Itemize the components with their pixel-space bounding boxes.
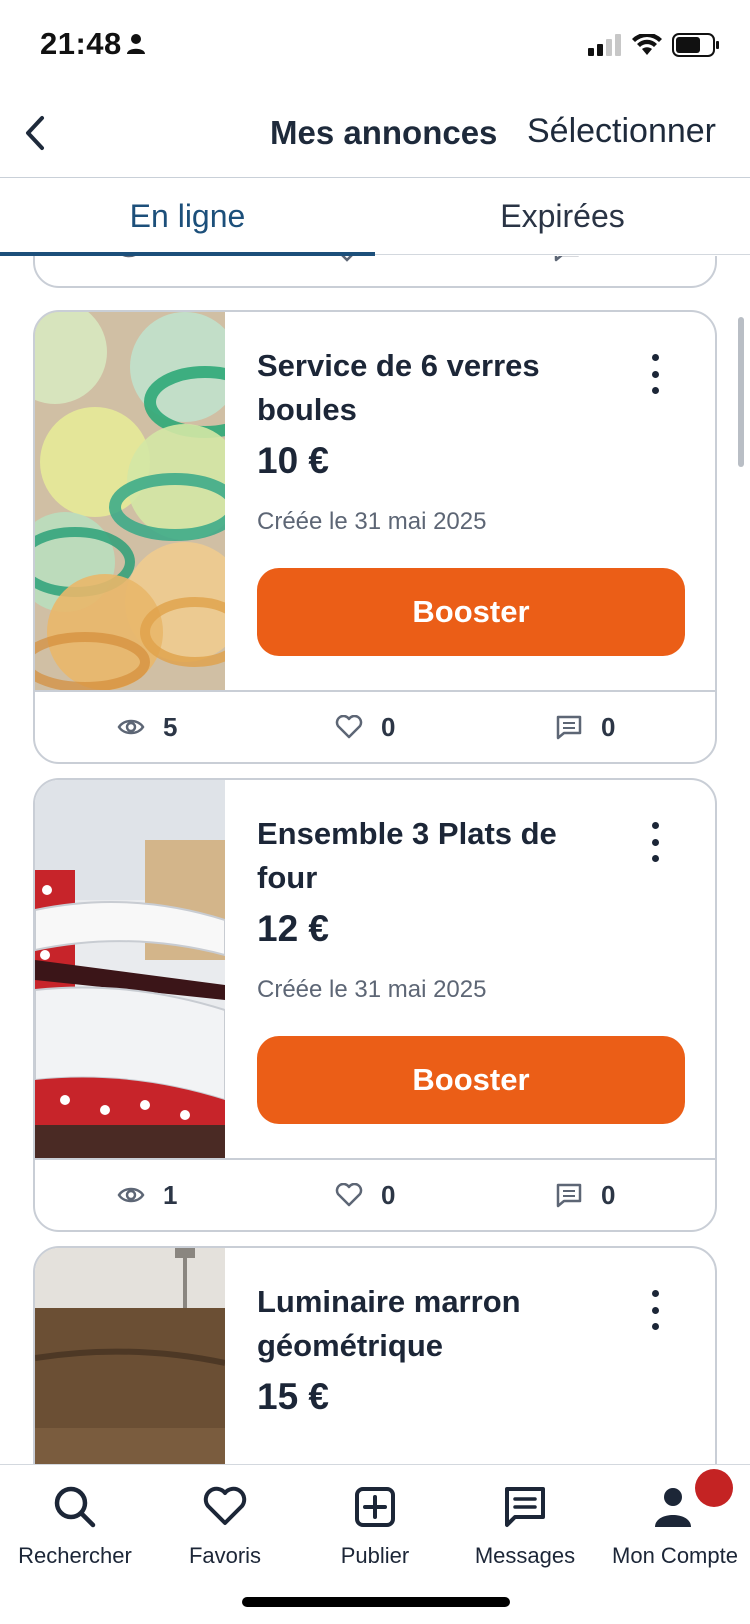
select-button[interactable]: Sélectionner [527, 112, 716, 151]
listing-main: Service de 6 verres boules 10 € Créée le… [35, 312, 715, 692]
listing-card[interactable]: Service de 6 verres boules 10 € Créée le… [33, 310, 717, 764]
eye-icon [122, 256, 136, 258]
listing-title[interactable]: Service de 6 verres boules [257, 344, 557, 432]
boost-button[interactable]: Booster [257, 568, 685, 656]
nav-label: Rechercher [18, 1543, 132, 1568]
boost-button[interactable]: Booster [257, 1036, 685, 1124]
listing-main: Ensemble 3 Plats de four 12 € Créée le 3… [35, 780, 715, 1160]
messages-count: 0 [601, 711, 616, 742]
likes-count: 0 [381, 711, 396, 742]
status-icons [588, 32, 720, 58]
tab-expired[interactable]: Expirées [375, 178, 750, 255]
heart-icon [335, 715, 363, 739]
listing-created-date: Créée le 31 mai 2025 [257, 508, 487, 535]
listing-photo[interactable] [35, 1248, 225, 1464]
messages-stat: 0 [555, 1160, 615, 1230]
comment-icon [556, 1183, 582, 1208]
notification-badge [695, 1469, 733, 1507]
listing-title[interactable]: Ensemble 3 Plats de four [257, 812, 557, 900]
heart-icon [335, 1183, 363, 1207]
status-time: 21:48 [40, 26, 122, 61]
nav-publish[interactable]: Publier [300, 1465, 450, 1575]
listing-card[interactable]: Ensemble 3 Plats de four 12 € Créée le 3… [33, 778, 717, 1232]
more-options-button[interactable] [643, 354, 667, 394]
nav-label: Messages [474, 1543, 576, 1568]
scrollbar[interactable] [738, 317, 744, 467]
listing-card-partial[interactable] [33, 256, 717, 288]
nav-label: Favoris [188, 1543, 262, 1568]
listing-card[interactable]: Luminaire marron géométrique 15 € [33, 1246, 717, 1464]
nav-search[interactable]: Rechercher [0, 1465, 150, 1575]
listing-title[interactable]: Luminaire marron géométrique [257, 1280, 557, 1368]
wifi-icon [632, 34, 662, 55]
status-bar: 21:48 [0, 0, 750, 90]
listing-price: 15 € [257, 1376, 330, 1417]
more-options-button[interactable] [643, 1290, 667, 1330]
comment-icon [556, 715, 582, 740]
listing-price: 12 € [257, 908, 330, 949]
likes-count: 0 [381, 1179, 396, 1210]
views-count: 1 [163, 1179, 178, 1210]
listing-main: Luminaire marron géométrique 15 € [35, 1248, 715, 1464]
lamp-photo [35, 1248, 225, 1464]
tab-bar: En ligne Expirées [0, 178, 750, 256]
person-icon [127, 34, 145, 54]
nav-label: Publier [340, 1543, 410, 1568]
views-count: 5 [163, 711, 178, 742]
plus-square-icon [355, 1487, 395, 1527]
nav-account[interactable]: Mon Compte [600, 1465, 750, 1575]
views-stat: 5 [117, 692, 177, 762]
heart-icon [341, 256, 353, 262]
page-title: Mes annonces [270, 114, 498, 151]
account-icon [655, 1488, 691, 1527]
listing-photo[interactable] [35, 780, 225, 1158]
listing-photo[interactable] [35, 312, 225, 690]
baking-dishes-photo [35, 780, 225, 1158]
eye-icon [117, 1187, 145, 1203]
back-button[interactable] [14, 108, 60, 158]
nav-favorites[interactable]: Favoris [150, 1465, 300, 1575]
likes-stat: 0 [335, 692, 395, 762]
home-indicator [242, 1597, 510, 1607]
nav-messages[interactable]: Messages [450, 1465, 600, 1575]
listing-stats: 5 0 0 [35, 690, 715, 762]
header: Mes annonces Sélectionner [0, 90, 750, 178]
more-options-button[interactable] [643, 822, 667, 862]
messages-stat: 0 [555, 692, 615, 762]
search-icon [54, 1486, 96, 1528]
signal-icon [588, 34, 621, 56]
glasses-photo [35, 312, 225, 690]
listing-price: 10 € [257, 440, 330, 481]
eye-icon [117, 719, 145, 735]
heart-icon [203, 1486, 247, 1525]
battery-icon [672, 33, 719, 57]
comment-icon [554, 256, 579, 262]
nav-label: Mon Compte [612, 1543, 738, 1568]
likes-stat: 0 [335, 1160, 395, 1230]
messages-count: 0 [601, 1179, 616, 1210]
views-stat: 1 [117, 1160, 177, 1230]
account-icon-wrap [651, 1469, 733, 1531]
listing-list: Service de 6 verres boules 10 € Créée le… [0, 256, 750, 1464]
listing-stats: 1 0 0 [35, 1158, 715, 1230]
listing-stats-partial [35, 256, 715, 286]
message-icon [505, 1487, 545, 1527]
tab-online[interactable]: En ligne [0, 178, 375, 256]
listing-created-date: Créée le 31 mai 2025 [257, 976, 487, 1003]
